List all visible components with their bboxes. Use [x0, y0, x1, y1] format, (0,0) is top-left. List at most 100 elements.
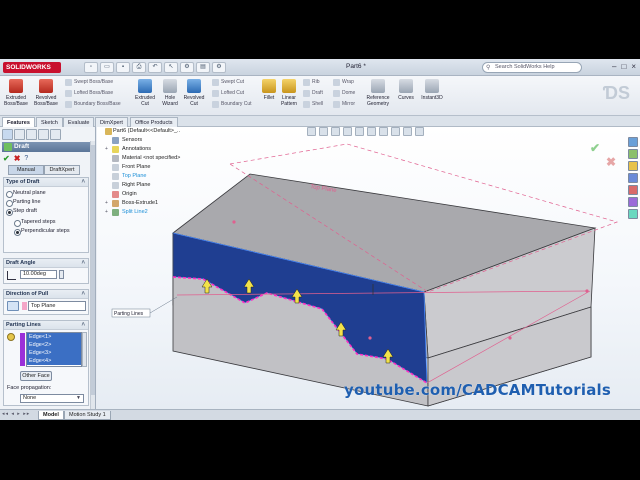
group-title[interactable]: Type of Draft ˄: [4, 178, 88, 187]
design-library-icon[interactable]: [628, 149, 638, 159]
revolved-boss-button[interactable]: Revolved Boss/Base: [33, 79, 59, 107]
hole-wizard-button[interactable]: Hole Wizard: [157, 79, 183, 107]
tab-manual[interactable]: Manual: [8, 165, 44, 175]
close-button[interactable]: ×: [631, 62, 636, 72]
dimxpert-manager-tab-icon[interactable]: [38, 129, 49, 140]
tab-model[interactable]: Model: [38, 411, 64, 420]
options-icon[interactable]: ⚙: [212, 62, 226, 73]
curves-button[interactable]: Curves: [393, 79, 419, 101]
group-title[interactable]: Draft Angle ˄: [4, 259, 88, 268]
angle-spinner[interactable]: [59, 270, 64, 279]
save-icon[interactable]: ▪: [116, 62, 130, 73]
tree-item-part6[interactable]: Part6 (Default<<Default>_..: [105, 127, 215, 136]
linear-pattern-button[interactable]: Linear Pattern: [276, 79, 302, 107]
file-properties-icon[interactable]: ▤: [196, 62, 210, 73]
view-orientation-icon[interactable]: [355, 127, 364, 136]
previous-view-icon[interactable]: [331, 127, 340, 136]
tree-item-boss-extrude1[interactable]: + Boss-Extrude1: [105, 199, 215, 208]
wrap-button[interactable]: Wrap: [333, 78, 354, 87]
display-style-icon[interactable]: [367, 127, 376, 136]
ok-button[interactable]: ✔: [3, 154, 10, 163]
reverse-direction-icon[interactable]: [7, 301, 19, 311]
swept-cut-button[interactable]: Swept Cut: [212, 78, 244, 87]
cancel-button[interactable]: ✖: [14, 154, 21, 163]
draft-button[interactable]: Draft: [303, 89, 323, 98]
zoom-fit-icon[interactable]: [307, 127, 316, 136]
help-search-input[interactable]: ⚲ Search SolidWorks Help: [482, 62, 582, 73]
tab-draftxpert[interactable]: DraftXpert: [44, 165, 80, 175]
tree-item-sensors[interactable]: Sensors: [105, 136, 215, 145]
mirror-button[interactable]: Mirror: [333, 100, 355, 109]
parting-lines-callout[interactable]: Parting Lines: [114, 311, 144, 317]
swept-boss-button[interactable]: Swept Boss/Base: [65, 78, 113, 87]
direction-of-pull-field[interactable]: Top Plane: [28, 301, 86, 311]
custom-properties-icon[interactable]: [628, 209, 638, 219]
tab-motion-study-1[interactable]: Motion Study 1: [64, 411, 111, 420]
boundary-cut-button[interactable]: Boundary Cut: [212, 100, 252, 109]
property-manager-tab-icon[interactable]: [14, 129, 25, 140]
solidworks-logo[interactable]: SOLIDWORKS: [3, 62, 61, 73]
group-title[interactable]: Direction of Pull ˄: [4, 290, 88, 299]
list-item[interactable]: Edge<3>: [27, 349, 81, 357]
face-propagation-select[interactable]: None ▼: [20, 394, 84, 403]
parting-line-radio[interactable]: Parting line: [4, 198, 88, 207]
graphics-area[interactable]: Top Plane Parting Lines ✔ ✖ Part6 (Defau…: [97, 127, 640, 409]
tab-features[interactable]: Features: [2, 117, 35, 127]
apply-scene-icon[interactable]: [403, 127, 412, 136]
section-view-icon[interactable]: [343, 127, 352, 136]
tapered-steps-radio[interactable]: Tapered steps: [4, 218, 88, 227]
shell-button[interactable]: Shell: [303, 100, 323, 109]
list-scrollbar[interactable]: [82, 332, 87, 367]
appearances-icon[interactable]: [628, 197, 638, 207]
boundary-boss-button[interactable]: Boundary Boss/Base: [65, 100, 121, 109]
configuration-manager-tab-icon[interactable]: [26, 129, 37, 140]
lofted-cut-button[interactable]: Lofted Cut: [212, 89, 244, 98]
dome-button[interactable]: Dome: [333, 89, 355, 98]
file-explorer-icon[interactable]: [628, 161, 638, 171]
perpendicular-steps-radio[interactable]: Perpendicular steps: [4, 227, 88, 236]
neutral-plane-radio[interactable]: Neutral plane: [4, 189, 88, 198]
zoom-area-icon[interactable]: [319, 127, 328, 136]
draft-angle-input[interactable]: 10.00deg: [20, 270, 57, 279]
resources-icon[interactable]: [628, 137, 638, 147]
select-icon[interactable]: ↖: [164, 62, 178, 73]
revolved-cut-button[interactable]: Revolved Cut: [181, 79, 207, 107]
list-item[interactable]: Edge<1>: [27, 333, 81, 341]
property-manager-scrollbar[interactable]: [90, 141, 95, 409]
tree-item-top-plane[interactable]: Top Plane: [105, 172, 215, 181]
new-icon[interactable]: ▫: [84, 62, 98, 73]
view-settings-icon[interactable]: [415, 127, 424, 136]
expand-icon[interactable]: +: [105, 145, 108, 154]
list-item[interactable]: Edge<2>: [27, 341, 81, 349]
tree-item-right-plane[interactable]: Right Plane: [105, 181, 215, 190]
tree-item-material[interactable]: Material <not specified>: [105, 154, 215, 163]
confirm-cancel-icon[interactable]: ✖: [606, 155, 616, 169]
extruded-boss-button[interactable]: Extruded Boss/Base: [3, 79, 29, 107]
tree-item-front-plane[interactable]: Front Plane: [105, 163, 215, 172]
feature-manager-tab-icon[interactable]: [2, 129, 13, 140]
undo-icon[interactable]: ↶: [148, 62, 162, 73]
list-item[interactable]: Edge<4>: [27, 357, 81, 365]
hide-show-icon[interactable]: [379, 127, 388, 136]
tab-scroll-arrows[interactable]: ◂◂ ◂ ▸ ▸▸: [2, 411, 30, 417]
minimize-button[interactable]: –: [612, 62, 616, 72]
display-manager-tab-icon[interactable]: [50, 129, 61, 140]
help-button[interactable]: ?: [24, 154, 28, 163]
tab-office-products[interactable]: Office Products: [130, 117, 178, 127]
tab-dimxpert[interactable]: DimXpert: [95, 117, 128, 127]
maximize-button[interactable]: □: [621, 62, 626, 72]
rebuild-icon[interactable]: ⚙: [180, 62, 194, 73]
reference-geometry-button[interactable]: Reference Geometry: [362, 79, 394, 107]
expand-icon[interactable]: +: [105, 199, 108, 208]
lofted-boss-button[interactable]: Lofted Boss/Base: [65, 89, 113, 98]
search-results-icon[interactable]: [628, 173, 638, 183]
expand-icon[interactable]: +: [105, 208, 108, 217]
instant3d-button[interactable]: Instant3D: [418, 79, 446, 101]
edit-appearance-icon[interactable]: [391, 127, 400, 136]
group-title[interactable]: Parting Lines ˄: [4, 321, 88, 330]
other-face-button[interactable]: Other Face: [20, 371, 52, 381]
rib-button[interactable]: Rib: [303, 78, 320, 87]
tab-evaluate[interactable]: Evaluate: [63, 117, 95, 127]
extruded-cut-button[interactable]: Extruded Cut: [132, 79, 158, 107]
open-icon[interactable]: ▭: [100, 62, 114, 73]
